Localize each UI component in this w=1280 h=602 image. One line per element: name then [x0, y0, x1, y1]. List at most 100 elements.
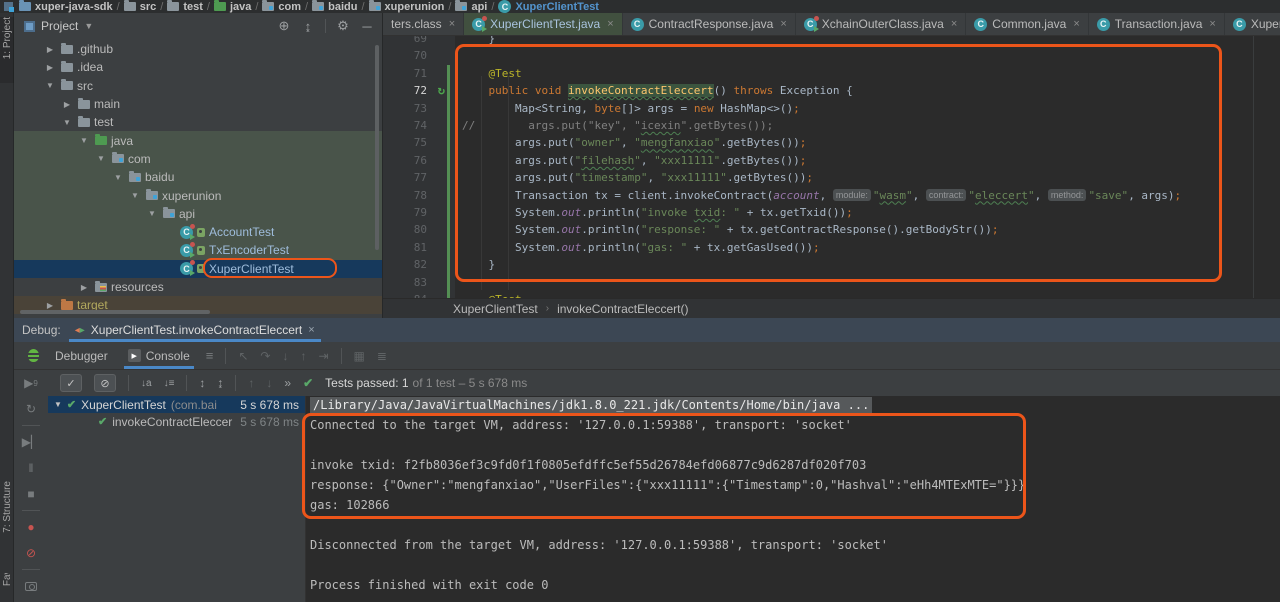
console-line[interactable]	[310, 558, 1280, 578]
breadcrumb-class[interactable]: XuperClientTest	[453, 302, 538, 316]
console-line[interactable]: Process finished with exit code 0	[310, 578, 1280, 598]
editor-tab-xuperclienttest-java[interactable]: CXuperClientTest.java×	[464, 13, 623, 35]
sort-by-duration-icon[interactable]: ↓≡	[164, 378, 175, 389]
tree-item-accounttest[interactable]: CAccountTest	[14, 223, 382, 241]
debug-session-tab[interactable]: ◂▸ XuperClientTest.invokeContractEleccer…	[69, 318, 321, 342]
tree-item-src[interactable]: ▼src	[14, 77, 382, 95]
thread-dump-icon[interactable]	[14, 573, 48, 599]
code-line-80[interactable]: System.out.println("response: " + tx.get…	[462, 221, 998, 238]
toolwindow-button-favorites[interactable]: Favorites	[0, 573, 14, 602]
breadcrumb-method[interactable]: invokeContractEleccert()	[557, 302, 688, 316]
show-passed-toggle[interactable]: ✓	[60, 374, 82, 392]
resume-icon[interactable]: ▶▏	[14, 429, 48, 455]
collapse-all-icon[interactable]: ↨	[217, 376, 223, 390]
toolwindow-button-project[interactable]: 1: Project	[0, 17, 14, 83]
chevron-down-icon[interactable]: ▼	[60, 118, 74, 127]
chevron-down-icon[interactable]: ▼	[43, 81, 57, 90]
tree-item-java[interactable]: ▼java	[14, 131, 382, 149]
project-panel-title[interactable]: Project	[41, 19, 78, 33]
close-icon[interactable]: ×	[1073, 18, 1079, 30]
tree-item-baidu[interactable]: ▼baidu	[14, 168, 382, 186]
tree-item-xuperunion[interactable]: ▼xuperunion	[14, 186, 382, 204]
code-editor[interactable]: 69707172↻737475767778798081828384 } @Tes…	[383, 36, 1280, 298]
step-out-icon[interactable]: ↑	[300, 349, 306, 363]
breadcrumb-item-java[interactable]: java	[214, 1, 251, 13]
code-line-79[interactable]: System.out.println("invoke txid: " + tx.…	[462, 204, 853, 221]
toolwindow-button-structure[interactable]: 7: Structure	[0, 481, 14, 571]
code-line-81[interactable]: System.out.println("gas: " + tx.getGasUs…	[462, 239, 820, 256]
tree-item-main[interactable]: ▶main	[14, 95, 382, 113]
rerun-icon[interactable]: ↻	[14, 396, 48, 422]
show-ignored-toggle[interactable]: ⊘	[94, 374, 116, 392]
console-line[interactable]: response: {"Owner":"mengfanxiao","UserFi…	[310, 478, 1280, 498]
breadcrumb-item-xuperclienttest[interactable]: CXuperClientTest	[498, 0, 599, 13]
layout-settings-icon[interactable]: ≣	[377, 349, 387, 363]
editor-tab-xuperclient-java[interactable]: CXuperClient.java	[1225, 13, 1280, 35]
chevron-right-icon[interactable]: ▶	[77, 283, 91, 292]
code-line-82[interactable]: }	[462, 256, 495, 273]
tab-debugger[interactable]: Debugger	[51, 342, 112, 369]
console-output[interactable]: /Library/Java/JavaVirtualMachines/jdk1.8…	[305, 396, 1280, 602]
editor-tab-transaction-java[interactable]: CTransaction.java×	[1089, 13, 1225, 35]
tree-item-resources[interactable]: ▶resources	[14, 278, 382, 296]
chevron-down-icon[interactable]: ▼	[128, 191, 142, 200]
test-tree-row-method[interactable]: ✔ invokeContractEleccer 5 s 678 ms	[48, 413, 305, 430]
breadcrumb-item-test[interactable]: test	[167, 1, 203, 13]
vertical-scrollbar[interactable]	[375, 45, 379, 250]
restore-layout-icon[interactable]: ≡	[206, 348, 214, 363]
tree-item-txencodertest[interactable]: CTxEncoderTest	[14, 241, 382, 259]
code-area[interactable]: } @Test public void invokeContractElecce…	[462, 36, 1280, 298]
code-line-77[interactable]: args.put("timestamp", "xxx11111".getByte…	[462, 169, 813, 186]
console-line[interactable]: /Library/Java/JavaVirtualMachines/jdk1.8…	[310, 398, 1280, 418]
close-icon[interactable]: ×	[951, 18, 957, 30]
console-line[interactable]: Connected to the target VM, address: '12…	[310, 418, 1280, 438]
chevron-right-icon[interactable]: ▶	[43, 45, 57, 54]
rerun-failed-tests-icon[interactable]: ▶9	[14, 370, 48, 396]
next-failed-icon[interactable]: ↓	[266, 376, 272, 390]
breadcrumb-item-src[interactable]: src	[124, 1, 157, 13]
breadcrumb-item-api[interactable]: api	[455, 1, 487, 13]
show-execution-point-icon[interactable]: ↖	[238, 349, 248, 363]
stop-icon[interactable]: ■	[14, 481, 48, 507]
editor-tab-xchainouterclass-java[interactable]: CXchainOuterClass.java×	[796, 13, 967, 35]
editor-tab-ters-class[interactable]: ters.class×	[383, 13, 464, 35]
pause-icon[interactable]: ‖	[14, 455, 48, 481]
console-line[interactable]: invoke txid: f2fb8036ef3c9fd0f1f0805efdf…	[310, 458, 1280, 478]
close-icon[interactable]: ×	[449, 18, 455, 30]
console-line[interactable]	[310, 438, 1280, 458]
editor-tab-common-java[interactable]: CCommon.java×	[966, 13, 1088, 35]
close-icon[interactable]: ×	[1209, 18, 1215, 30]
code-line-78[interactable]: Transaction tx = client.invokeContract(a…	[462, 187, 1181, 204]
view-breakpoints-icon[interactable]: ●	[14, 514, 48, 540]
run-to-cursor-icon[interactable]: ⇥	[318, 349, 328, 363]
code-line-72[interactable]: public void invokeContractEleccert() thr…	[462, 82, 853, 99]
code-line-69[interactable]: }	[462, 36, 495, 47]
chevron-right-icon[interactable]: ▶	[60, 100, 74, 109]
tree-item-idea[interactable]: ▶.idea	[14, 58, 382, 76]
step-into-icon[interactable]: ↓	[282, 349, 288, 363]
tree-item-test[interactable]: ▼test	[14, 113, 382, 131]
breadcrumb-item-com[interactable]: com	[262, 1, 301, 13]
breadcrumb-item-xuperunion[interactable]: xuperunion	[369, 1, 445, 13]
step-over-icon[interactable]: ↷	[260, 349, 270, 363]
code-line-73[interactable]: Map<String, byte[]> args = new HashMap<>…	[462, 100, 800, 117]
chevron-down-icon[interactable]: ▼	[111, 173, 125, 182]
editor-tab-contractresponse-java[interactable]: CContractResponse.java×	[623, 13, 796, 35]
chevron-down-icon[interactable]: ▼	[77, 136, 91, 145]
rerun-test-icon[interactable]: ↻	[438, 83, 445, 97]
tree-item-github[interactable]: ▶.github	[14, 40, 382, 58]
console-line[interactable]	[310, 518, 1280, 538]
horizontal-scrollbar[interactable]	[20, 310, 210, 314]
chevron-right-icon[interactable]: ▶	[43, 301, 57, 310]
chevron-down-icon[interactable]: ▼	[94, 154, 108, 163]
hide-panel-icon[interactable]: ─	[358, 19, 376, 34]
more-actions-icon[interactable]: »	[284, 376, 291, 390]
previous-failed-icon[interactable]: ↑	[248, 376, 254, 390]
code-line-75[interactable]: args.put("owner", "mengfanxiao".getBytes…	[462, 134, 806, 151]
test-tree-row-class[interactable]: ▼ ✔ XuperClientTest (com.bai 5 s 678 ms	[48, 396, 305, 413]
evaluate-expression-icon[interactable]: ▦	[354, 349, 365, 363]
close-icon[interactable]: ×	[780, 18, 786, 30]
expand-all-icon[interactable]: ↕	[199, 376, 205, 390]
console-line[interactable]: gas: 102866	[310, 498, 1280, 518]
chevron-down-icon[interactable]: ▼	[145, 209, 159, 218]
